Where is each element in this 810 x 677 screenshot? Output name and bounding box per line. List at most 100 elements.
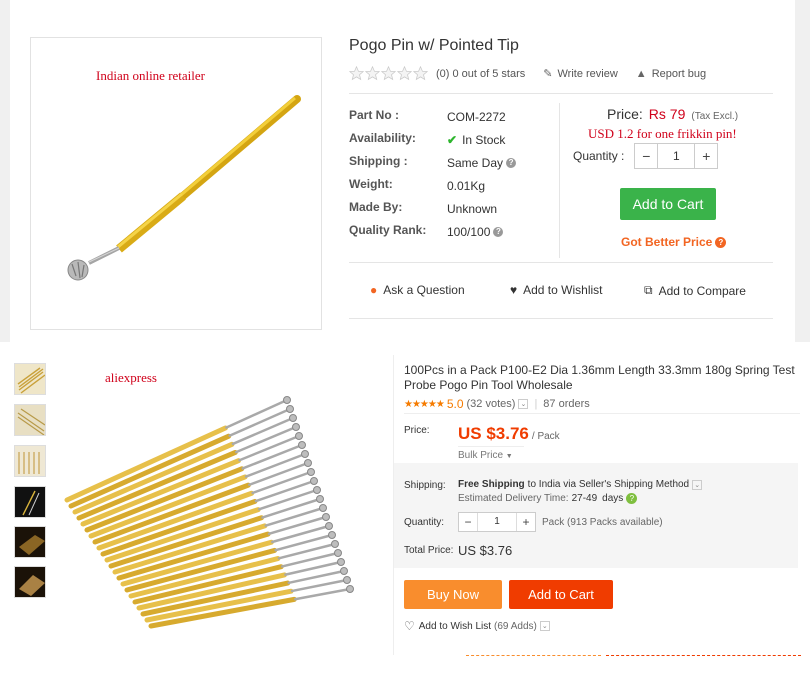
bulk-price-label: Bulk Price — [458, 450, 504, 461]
add-wishlist-link[interactable]: ♥ Add to Wishlist — [510, 283, 602, 297]
chevron-down-icon[interactable]: ⌄ — [539, 621, 550, 631]
pin-tip — [283, 396, 291, 404]
promo-strip-orange — [466, 655, 601, 659]
pin-tip — [346, 585, 354, 593]
add-to-cart-button[interactable]: Add to Cart — [509, 580, 613, 609]
help-icon[interactable]: ? — [493, 227, 504, 237]
price-value: US $3.76 — [458, 424, 529, 443]
thumbnail-image — [15, 527, 45, 557]
thumbnail[interactable] — [14, 566, 46, 598]
add-compare-label: Add to Compare — [658, 283, 746, 298]
check-icon: ✔ — [447, 133, 458, 147]
separator: | — [534, 398, 538, 410]
spec-row-shipping: Shipping : Same Day ? — [349, 154, 549, 172]
thumbnail[interactable] — [14, 526, 46, 558]
divider — [404, 413, 800, 414]
pin-tip — [298, 441, 306, 449]
report-bug-link[interactable]: ▲ Report bug — [636, 68, 706, 80]
help-icon[interactable]: ? — [506, 158, 517, 168]
quantity-label: Quantity: — [404, 517, 445, 528]
decrement-button[interactable]: − — [459, 513, 477, 531]
rating-votes[interactable]: (32 votes) — [467, 398, 516, 410]
pin-tip — [316, 495, 324, 503]
quantity-input[interactable]: 1 — [657, 144, 696, 168]
thumbnail-image — [15, 567, 45, 597]
quantity-stepper: − 1 + — [634, 143, 719, 169]
add-to-cart-button[interactable]: Add to Cart — [620, 188, 716, 220]
shipping-detail: to India via Seller's Shipping Method — [527, 479, 690, 490]
pin-tip — [334, 549, 342, 557]
promo-strip — [466, 655, 801, 659]
spec-value: In Stock — [462, 133, 506, 147]
wishlist-label: Add to Wish List — [418, 620, 492, 632]
pin-tip — [328, 531, 336, 539]
thumbnail-image — [15, 487, 45, 517]
pin-plunger — [270, 524, 330, 544]
product-main-image[interactable] — [57, 355, 387, 655]
bulk-price-dropdown[interactable]: Bulk Price ▼ — [458, 446, 524, 461]
add-compare-link[interactable]: ⧉ Add to Compare — [644, 283, 746, 298]
spec-row-weight: Weight: 0.01Kg — [349, 177, 549, 195]
decrement-button[interactable]: − — [635, 144, 657, 168]
thumbnail[interactable] — [14, 404, 46, 436]
spec-value: COM-2272 — [447, 110, 506, 124]
shipping-method[interactable]: Free Shipping to India via Seller's Ship… — [458, 479, 703, 490]
pin-tip — [340, 567, 348, 575]
chat-icon: ● — [370, 283, 378, 297]
ask-question-link[interactable]: ● Ask a Question — [370, 283, 465, 297]
thumbnail-image — [15, 364, 45, 394]
spec-value: 0.01Kg — [447, 179, 486, 193]
quantity-row: − 1 + Pack (913 Packs available) — [458, 512, 663, 532]
chevron-down-icon[interactable]: ⌄ — [692, 479, 703, 490]
spec-label: Quality Rank: — [349, 223, 427, 237]
pin-tip — [301, 450, 309, 458]
price-line: US $3.76 / Pack — [458, 424, 560, 444]
pin-tip — [292, 423, 300, 431]
retailer-product-card: Indian online retailer Pogo Pin w/ Point… — [10, 0, 795, 342]
write-review-link[interactable]: ✎ Write review — [543, 67, 618, 81]
pin-plunger — [261, 497, 321, 519]
pin-tip — [325, 522, 333, 530]
help-icon[interactable]: ? — [626, 493, 638, 504]
thumbnail[interactable] — [14, 486, 46, 518]
thumbnail-image — [15, 446, 45, 476]
quantity-input[interactable]: 1 — [477, 513, 517, 531]
pin-tip — [322, 513, 330, 521]
spec-row-made-by: Made By: Unknown — [349, 200, 549, 218]
chevron-down-icon[interactable]: ⌄ — [518, 399, 529, 409]
retailer-product-panel: Indian online retailer Pogo Pin w/ Point… — [0, 0, 810, 342]
got-better-price-link[interactable]: Got Better Price ? — [621, 235, 727, 249]
add-to-wishlist-link[interactable]: ♡ Add to Wish List (69 Adds) ⌄ — [404, 619, 550, 633]
thumbnail[interactable] — [14, 363, 46, 395]
increment-button[interactable]: + — [517, 513, 535, 531]
pin-tip — [295, 432, 303, 440]
got-better-price-label: Got Better Price — [621, 235, 713, 249]
pin-tip — [343, 576, 351, 584]
heart-icon: ♡ — [404, 619, 415, 633]
buy-now-button[interactable]: Buy Now — [404, 580, 502, 609]
tax-note: (Tax Excl.) — [691, 111, 739, 122]
pin-tip — [304, 459, 312, 467]
spec-value: 100/100 — [447, 225, 491, 239]
divider — [349, 262, 773, 263]
pin-plunger — [247, 461, 309, 487]
rating-stars-icon: ★★★★★ — [404, 398, 445, 410]
price-line: Price: Rs 79 (Tax Excl.) — [607, 106, 738, 122]
spec-label: Made By: — [349, 200, 403, 214]
increment-button[interactable]: + — [695, 144, 717, 168]
spec-value-wrap: Same Day ? — [447, 154, 517, 172]
delivery-value: 27-49 — [571, 493, 598, 504]
spec-value: Unknown — [447, 202, 498, 216]
shipping-label: Shipping: — [404, 480, 446, 491]
delivery-label: Estimated Delivery Time: — [458, 493, 569, 504]
spec-row-part-no: Part No : COM-2272 — [349, 108, 549, 126]
rating-stars[interactable] — [349, 66, 428, 81]
pin-plunger — [251, 470, 312, 495]
spec-label: Weight: — [349, 177, 393, 191]
quantity-row: Quantity : − 1 + — [573, 143, 719, 169]
thumbnail[interactable] — [14, 445, 46, 477]
star-icon — [381, 66, 396, 81]
pin-tip — [310, 477, 318, 485]
pin-plunger — [267, 515, 327, 536]
add-wishlist-label: Add to Wishlist — [523, 283, 603, 297]
